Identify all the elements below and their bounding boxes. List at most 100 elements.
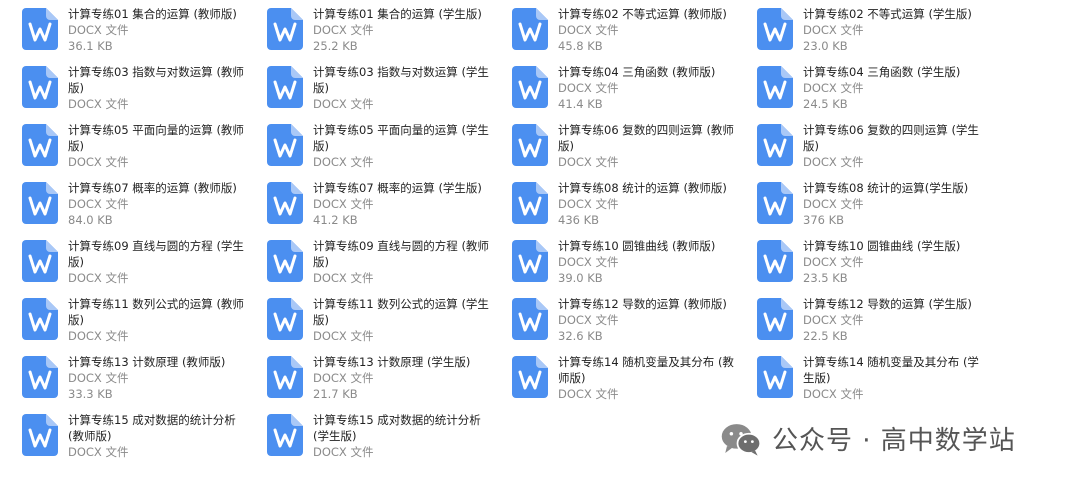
file-item[interactable]: 计算专练10 圆锥曲线 (教师版) DOCX 文件 39.0 KB: [512, 238, 757, 296]
docx-file-icon: [757, 124, 793, 166]
file-item[interactable]: 计算专练08 统计的运算(学生版) DOCX 文件 376 KB: [757, 180, 1002, 238]
docx-file-icon: [512, 8, 548, 50]
file-type: DOCX 文件: [313, 97, 374, 111]
file-name: 计算专练02 不等式运算 (教师版): [558, 7, 727, 21]
file-item[interactable]: 计算专练06 复数的四则运算 (教师版) DOCX 文件: [512, 122, 757, 180]
file-size: 21.7 KB: [313, 387, 358, 401]
file-item[interactable]: 计算专练12 导数的运算 (教师版) DOCX 文件 32.6 KB: [512, 296, 757, 354]
watermark-text: 公众号 · 高中数学站: [772, 426, 1016, 456]
file-item[interactable]: 计算专练06 复数的四则运算 (学生版) DOCX 文件: [757, 122, 1002, 180]
file-item[interactable]: 计算专练13 计数原理 (学生版) DOCX 文件 21.7 KB: [267, 354, 512, 412]
file-item[interactable]: 计算专练13 计数原理 (教师版) DOCX 文件 33.3 KB: [22, 354, 267, 412]
file-type: DOCX 文件: [803, 255, 864, 269]
file-item[interactable]: 计算专练04 三角函数 (教师版) DOCX 文件 41.4 KB: [512, 64, 757, 122]
docx-file-icon: [757, 356, 793, 398]
file-item[interactable]: 计算专练04 三角函数 (学生版) DOCX 文件 24.5 KB: [757, 64, 1002, 122]
docx-file-icon: [22, 356, 58, 398]
file-type: DOCX 文件: [313, 329, 374, 343]
file-size: 32.6 KB: [558, 329, 603, 343]
file-type: DOCX 文件: [558, 23, 619, 37]
file-type: DOCX 文件: [558, 255, 619, 269]
file-type: DOCX 文件: [558, 197, 619, 211]
file-size: 45.8 KB: [558, 39, 603, 53]
file-size: 24.5 KB: [803, 97, 848, 111]
docx-file-icon: [757, 66, 793, 108]
file-item[interactable]: 计算专练03 指数与对数运算 (学生版) DOCX 文件: [267, 64, 512, 122]
docx-file-icon: [267, 8, 303, 50]
file-item[interactable]: 计算专练05 平面向量的运算 (学生版) DOCX 文件: [267, 122, 512, 180]
file-type: DOCX 文件: [313, 371, 374, 385]
file-meta: 计算专练07 概率的运算 (学生版) DOCX 文件 41.2 KB: [313, 180, 493, 228]
file-type: DOCX 文件: [803, 197, 864, 211]
file-size: 84.0 KB: [68, 213, 113, 227]
docx-file-icon: [22, 414, 58, 456]
file-type: DOCX 文件: [313, 155, 374, 169]
docx-file-icon: [267, 240, 303, 282]
file-type: DOCX 文件: [313, 271, 374, 285]
file-name: 计算专练04 三角函数 (教师版): [558, 65, 716, 79]
file-item[interactable]: 计算专练05 平面向量的运算 (教师版) DOCX 文件: [22, 122, 267, 180]
docx-file-icon: [757, 8, 793, 50]
file-item[interactable]: 计算专练11 数列公式的运算 (教师版) DOCX 文件: [22, 296, 267, 354]
file-meta: 计算专练13 计数原理 (学生版) DOCX 文件 21.7 KB: [313, 354, 493, 402]
file-item[interactable]: 计算专练07 概率的运算 (教师版) DOCX 文件 84.0 KB: [22, 180, 267, 238]
file-item[interactable]: 计算专练09 直线与圆的方程 (学生版) DOCX 文件: [22, 238, 267, 296]
docx-file-icon: [757, 298, 793, 340]
docx-file-icon: [267, 66, 303, 108]
file-item[interactable]: 计算专练01 集合的运算 (教师版) DOCX 文件 36.1 KB: [22, 6, 267, 64]
file-item[interactable]: 计算专练03 指数与对数运算 (教师版) DOCX 文件: [22, 64, 267, 122]
file-meta: 计算专练05 平面向量的运算 (教师版) DOCX 文件: [68, 122, 248, 170]
file-meta: 计算专练07 概率的运算 (教师版) DOCX 文件 84.0 KB: [68, 180, 248, 228]
file-size: 25.2 KB: [313, 39, 358, 53]
docx-file-icon: [512, 124, 548, 166]
file-meta: 计算专练06 复数的四则运算 (教师版) DOCX 文件: [558, 122, 738, 170]
file-item[interactable]: 计算专练11 数列公式的运算 (学生版) DOCX 文件: [267, 296, 512, 354]
file-name: 计算专练03 指数与对数运算 (学生版): [313, 65, 489, 95]
file-size: 23.0 KB: [803, 39, 848, 53]
file-item[interactable]: 计算专练01 集合的运算 (学生版) DOCX 文件 25.2 KB: [267, 6, 512, 64]
file-meta: 计算专练11 数列公式的运算 (学生版) DOCX 文件: [313, 296, 493, 344]
file-item[interactable]: 计算专练07 概率的运算 (学生版) DOCX 文件 41.2 KB: [267, 180, 512, 238]
file-name: 计算专练03 指数与对数运算 (教师版): [68, 65, 244, 95]
file-meta: 计算专练10 圆锥曲线 (教师版) DOCX 文件 39.0 KB: [558, 238, 738, 286]
file-item[interactable]: 计算专练12 导数的运算 (学生版) DOCX 文件 22.5 KB: [757, 296, 1002, 354]
file-item[interactable]: 计算专练02 不等式运算 (学生版) DOCX 文件 23.0 KB: [757, 6, 1002, 64]
file-meta: 计算专练01 集合的运算 (教师版) DOCX 文件 36.1 KB: [68, 6, 248, 54]
file-type: DOCX 文件: [68, 97, 129, 111]
file-name: 计算专练02 不等式运算 (学生版): [803, 7, 972, 21]
docx-file-icon: [267, 414, 303, 456]
file-item[interactable]: 计算专练14 随机变量及其分布 (教师版) DOCX 文件: [512, 354, 757, 412]
file-meta: 计算专练11 数列公式的运算 (教师版) DOCX 文件: [68, 296, 248, 344]
file-type: DOCX 文件: [68, 371, 129, 385]
docx-file-icon: [267, 356, 303, 398]
file-name: 计算专练01 集合的运算 (教师版): [68, 7, 237, 21]
file-meta: 计算专练12 导数的运算 (教师版) DOCX 文件 32.6 KB: [558, 296, 738, 344]
docx-file-icon: [512, 182, 548, 224]
file-meta: 计算专练01 集合的运算 (学生版) DOCX 文件 25.2 KB: [313, 6, 493, 54]
file-type: DOCX 文件: [558, 81, 619, 95]
file-meta: 计算专练09 直线与圆的方程 (教师版) DOCX 文件: [313, 238, 493, 286]
file-size: 36.1 KB: [68, 39, 113, 53]
docx-file-icon: [757, 182, 793, 224]
file-name: 计算专练11 数列公式的运算 (教师版): [68, 297, 244, 327]
file-meta: 计算专练12 导数的运算 (学生版) DOCX 文件 22.5 KB: [803, 296, 983, 344]
file-item[interactable]: 计算专练09 直线与圆的方程 (教师版) DOCX 文件: [267, 238, 512, 296]
watermark: 公众号 · 高中数学站: [720, 420, 1016, 457]
file-type: DOCX 文件: [313, 23, 374, 37]
file-size: 41.2 KB: [313, 213, 358, 227]
file-type: DOCX 文件: [68, 271, 129, 285]
docx-file-icon: [22, 298, 58, 340]
file-item[interactable]: 计算专练15 成对数据的统计分析 (学生版) DOCX 文件: [267, 412, 512, 470]
file-name: 计算专练09 直线与圆的方程 (教师版): [313, 239, 489, 269]
file-name: 计算专练12 导数的运算 (教师版): [558, 297, 727, 311]
docx-file-icon: [22, 8, 58, 50]
file-item[interactable]: 计算专练02 不等式运算 (教师版) DOCX 文件 45.8 KB: [512, 6, 757, 64]
file-name: 计算专练14 随机变量及其分布 (学生版): [803, 355, 979, 385]
file-item[interactable]: 计算专练10 圆锥曲线 (学生版) DOCX 文件 23.5 KB: [757, 238, 1002, 296]
file-item[interactable]: 计算专练15 成对数据的统计分析 (教师版) DOCX 文件: [22, 412, 267, 470]
file-type: DOCX 文件: [558, 313, 619, 327]
file-type: DOCX 文件: [68, 329, 129, 343]
file-item[interactable]: 计算专练08 统计的运算 (教师版) DOCX 文件 436 KB: [512, 180, 757, 238]
file-item[interactable]: 计算专练14 随机变量及其分布 (学生版) DOCX 文件: [757, 354, 1002, 412]
file-type: DOCX 文件: [803, 81, 864, 95]
